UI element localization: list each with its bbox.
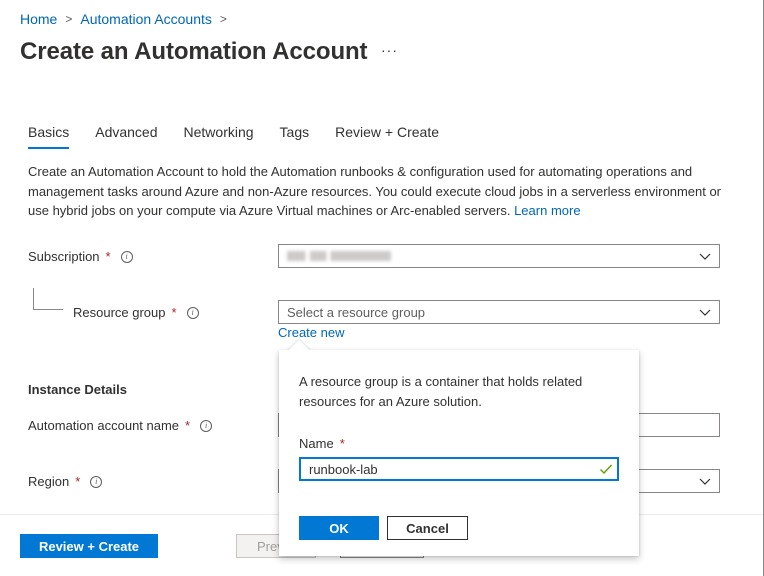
resource-group-label-row: Resource group * i [73,305,199,320]
resource-group-label: Resource group [73,305,166,320]
required-marker: * [171,305,177,320]
region-label: Region [28,474,70,489]
tab-review-create[interactable]: Review + Create [335,124,439,149]
page-title: Create an Automation Account [20,38,368,65]
required-marker: * [185,418,191,433]
breadcrumb: Home > Automation Accounts > [20,11,235,27]
callout-description: A resource group is a container that hol… [299,374,583,409]
info-icon[interactable]: i [120,250,133,263]
tab-basics[interactable]: Basics [28,124,70,149]
tab-advanced[interactable]: Advanced [95,124,157,149]
info-icon[interactable]: i [186,306,199,319]
cancel-button[interactable]: Cancel [387,516,468,540]
tab-tags[interactable]: Tags [280,124,310,149]
breadcrumb-home[interactable]: Home [20,11,57,27]
subscription-label: Subscription [28,249,100,264]
subscription-value-obscured [287,251,391,261]
required-marker: * [339,436,345,451]
checkmark-icon [600,464,613,475]
ok-button[interactable]: OK [299,516,379,540]
subscription-dropdown[interactable] [278,244,720,268]
required-marker: * [105,249,111,264]
create-new-link[interactable]: Create new [278,325,344,340]
resource-group-placeholder: Select a resource group [287,304,426,320]
description-text: Create an Automation Account to hold the… [28,164,722,218]
name-label: Name [299,436,334,451]
subscription-label-row: Subscription * i [28,249,133,264]
chevron-down-icon [699,309,711,316]
breadcrumb-separator-icon: > [65,12,73,26]
account-name-label-row: Automation account name * i [28,418,213,433]
tree-connector [33,288,63,310]
breadcrumb-separator-icon: > [219,12,227,26]
tab-list: Basics Advanced Networking Tags Review +… [28,124,465,149]
learn-more-link[interactable]: Learn more [514,203,580,218]
breadcrumb-automation-accounts[interactable]: Automation Accounts [80,11,212,27]
instance-details-heading: Instance Details [28,382,127,397]
chevron-down-icon [699,253,711,260]
resource-group-dropdown[interactable]: Select a resource group [278,300,720,324]
more-options-button[interactable]: ··· [381,42,398,58]
resource-group-name-input[interactable] [299,457,619,481]
region-label-row: Region * i [28,474,103,489]
callout-beak-cover [279,350,339,364]
tab-networking[interactable]: Networking [184,124,254,149]
info-icon[interactable]: i [90,475,103,488]
info-icon[interactable]: i [200,419,213,432]
review-create-button[interactable]: Review + Create [20,534,158,558]
account-name-label: Automation account name [28,418,180,433]
chevron-down-icon [699,478,711,485]
description: Create an Automation Account to hold the… [28,162,738,221]
name-label-row: Name * [299,436,345,451]
required-marker: * [75,474,81,489]
